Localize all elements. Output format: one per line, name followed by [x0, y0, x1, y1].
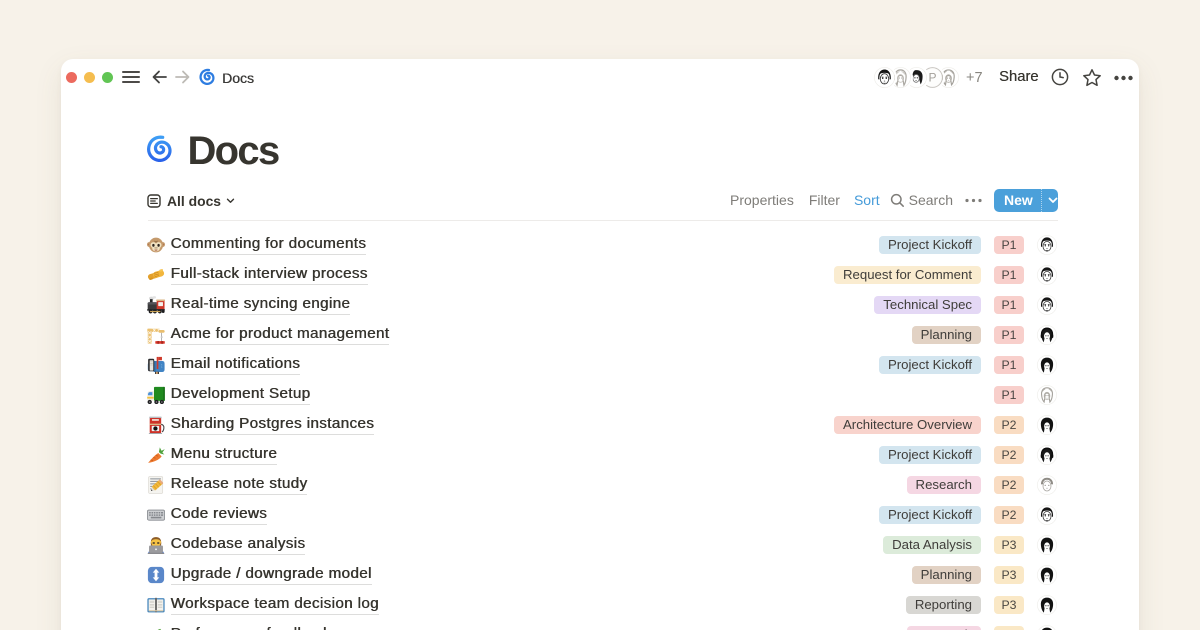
- svg-text:P: P: [928, 70, 936, 84]
